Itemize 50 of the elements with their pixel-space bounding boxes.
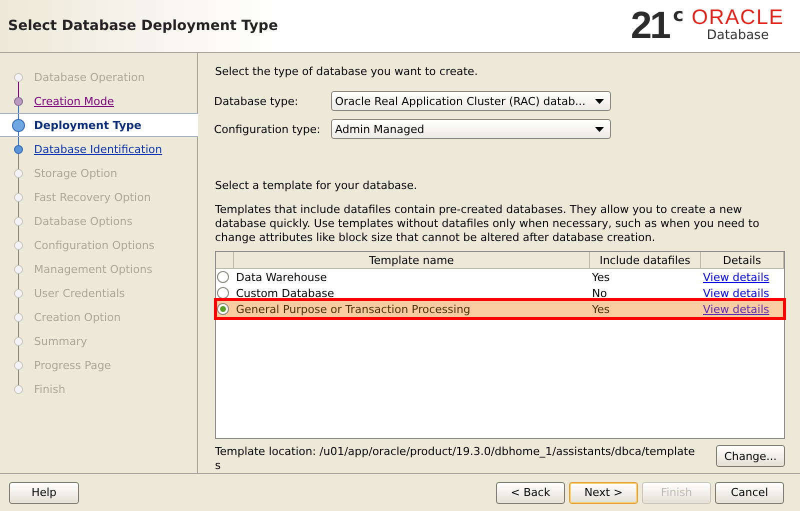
instruction-text: Select a template for your database. xyxy=(215,179,418,193)
view-details-link[interactable]: View details xyxy=(701,286,784,300)
table-cell-text: No xyxy=(591,286,608,300)
wizard-step: Creation Option xyxy=(34,310,121,324)
wizard-step: Deployment Type xyxy=(34,118,142,132)
table-cell-text: General Purpose or Transaction Processing xyxy=(235,302,472,316)
wizard-step[interactable]: Database Identification xyxy=(34,142,162,156)
description-text: Templates that include datafiles contain pre-created databases. They allow you to create a new database quickly. Use templates without datafiles only when necessary, such as when you need to change attributes like block size that cannot be altered after database creation. xyxy=(215,203,760,245)
version-number: 21 xyxy=(630,7,669,45)
view-details-link[interactable]: View details xyxy=(701,302,784,316)
column-header: Details xyxy=(701,252,784,268)
radio-button[interactable] xyxy=(217,303,229,315)
version-superscript: c xyxy=(672,7,684,25)
table-cell-text: Data Warehouse xyxy=(235,270,328,284)
wizard-button[interactable]: < Back xyxy=(496,482,565,504)
product-name: Database xyxy=(706,29,769,43)
template-row[interactable]: General Purpose or Transaction Processing Yes View details xyxy=(216,301,784,317)
wizard-step: Finish xyxy=(34,382,66,396)
instruction-text: Select the type of database you want to create. xyxy=(215,65,479,79)
table-cell-text: Yes xyxy=(591,302,611,316)
window-title: Select Database Deployment Type xyxy=(8,18,278,34)
wizard-step: Database Operation xyxy=(34,70,145,84)
radio-button[interactable] xyxy=(217,287,229,299)
radio-button[interactable] xyxy=(217,271,229,283)
table-cell-text: Yes xyxy=(591,270,611,284)
dropdown-arrow-icon xyxy=(595,98,604,104)
brand-name: ORACLE xyxy=(692,7,784,29)
column-header: Include datafiles xyxy=(590,252,701,268)
wizard-step: Database Options xyxy=(34,214,132,228)
view-details-link[interactable]: View details xyxy=(701,270,784,284)
wizard-step: Storage Option xyxy=(34,166,118,180)
dropdown-field[interactable]: Oracle Real Application Cluster (RAC) datab... xyxy=(331,91,611,111)
wizard-button[interactable]: Next > xyxy=(569,482,638,504)
column-header: Template name xyxy=(234,252,590,268)
template-location-text: Template location: /u01/app/oracle/product/19.3.0/dbhome_1/assistants/dbca/templates xyxy=(215,445,695,473)
dropdown-field[interactable]: Admin Managed xyxy=(331,119,611,139)
wizard-step: Management Options xyxy=(34,262,152,276)
wizard-step: Fast Recovery Option xyxy=(34,190,151,204)
wizard-step: Progress Page xyxy=(34,358,112,372)
wizard-step: Configuration Options xyxy=(34,238,155,252)
wizard-button[interactable]: Cancel xyxy=(715,482,784,504)
dropdown-arrow-icon xyxy=(595,126,604,132)
field-label: Configuration type: xyxy=(214,122,322,136)
wizard-step: Summary xyxy=(34,334,88,348)
change-button[interactable]: Change... xyxy=(716,445,785,467)
wizard-step[interactable]: Creation Mode xyxy=(34,94,114,108)
table-cell-text: Custom Database xyxy=(235,286,336,300)
help-button[interactable]: Help xyxy=(9,482,79,504)
field-label: Database type: xyxy=(214,94,300,108)
wizard-step: User Credentials xyxy=(34,286,125,300)
